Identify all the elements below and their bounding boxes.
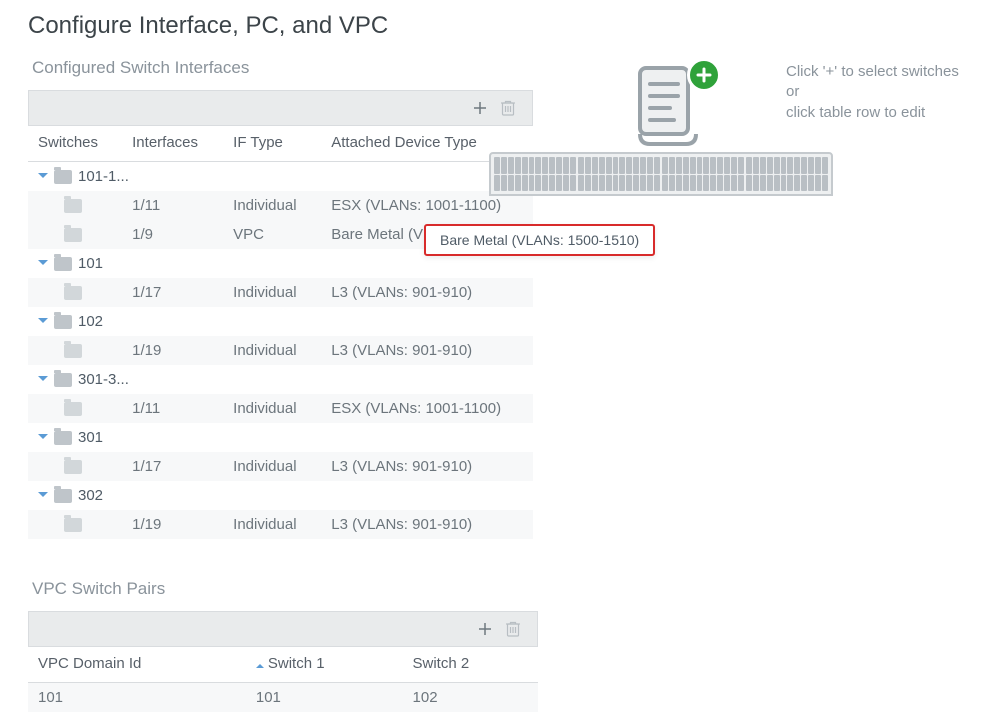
- cell-iftype: Individual: [223, 336, 321, 365]
- folder-icon: [64, 199, 82, 213]
- table-row[interactable]: 302: [28, 481, 533, 510]
- cell-iftype: Individual: [223, 452, 321, 481]
- cell-iftype: Individual: [223, 394, 321, 423]
- cell-switch2: 102: [403, 683, 538, 712]
- chevron-down-icon[interactable]: [38, 172, 48, 182]
- folder-icon: [54, 431, 72, 445]
- cell-iftype: VPC: [223, 220, 321, 249]
- col-switch2[interactable]: Switch 2: [403, 647, 538, 683]
- cell-switch1: 101: [246, 683, 403, 712]
- cell-domain: 101: [28, 683, 246, 712]
- cell-iftype: Individual: [223, 191, 321, 220]
- table-row[interactable]: 301: [28, 423, 533, 452]
- cell-attached: L3 (VLANs: 901-910): [321, 278, 533, 307]
- add-vpc-button[interactable]: [471, 615, 499, 643]
- group-label: 102: [78, 313, 103, 330]
- switch-hardware-icon: [489, 152, 833, 196]
- col-iftype[interactable]: IF Type: [223, 126, 321, 162]
- cell-interfaces: 1/11: [122, 394, 223, 423]
- folder-icon: [64, 286, 82, 300]
- col-switch1-label: Switch 1: [268, 655, 325, 672]
- chevron-down-icon[interactable]: [38, 491, 48, 501]
- hint-line1: Click '+' to select switches or: [786, 63, 959, 100]
- hint-line2: click table row to edit: [786, 104, 925, 121]
- table-row[interactable]: 101 101 102: [28, 683, 538, 712]
- group-label: 301-3...: [78, 371, 129, 388]
- folder-icon: [54, 315, 72, 329]
- trash-icon: [500, 99, 516, 117]
- col-switches[interactable]: Switches: [28, 126, 122, 162]
- folder-icon: [64, 228, 82, 242]
- folder-icon: [64, 402, 82, 416]
- delete-vpc-button[interactable]: [499, 615, 527, 643]
- interfaces-toolbar: [28, 90, 533, 126]
- col-domain[interactable]: VPC Domain Id: [28, 647, 246, 683]
- chevron-down-icon[interactable]: [38, 317, 48, 327]
- group-label: 101-1...: [78, 168, 129, 185]
- folder-icon: [54, 257, 72, 271]
- table-row[interactable]: 301-3...: [28, 365, 533, 394]
- cell-iftype: Individual: [223, 510, 321, 539]
- col-interfaces[interactable]: Interfaces: [122, 126, 223, 162]
- cell-iftype: Individual: [223, 278, 321, 307]
- cell-attached: ESX (VLANs: 1001-1100): [321, 394, 533, 423]
- plus-icon: [476, 620, 494, 638]
- delete-interface-button[interactable]: [494, 94, 522, 122]
- plus-icon: [471, 99, 489, 117]
- table-row[interactable]: 101-1...: [28, 162, 533, 192]
- cell-interfaces: 1/19: [122, 336, 223, 365]
- trash-icon: [505, 620, 521, 638]
- folder-icon: [64, 518, 82, 532]
- cell-interfaces: 1/19: [122, 510, 223, 539]
- group-label: 101: [78, 255, 103, 272]
- cell-interfaces: 1/11: [122, 191, 223, 220]
- vpc-toolbar: [28, 611, 538, 647]
- cell-interfaces: 1/17: [122, 452, 223, 481]
- table-row[interactable]: 1/11IndividualESX (VLANs: 1001-1100): [28, 394, 533, 423]
- folder-icon: [64, 344, 82, 358]
- interfaces-table: Switches Interfaces IF Type Attached Dev…: [28, 126, 533, 539]
- cell-attached: L3 (VLANs: 901-910): [321, 510, 533, 539]
- cell-interfaces: 1/17: [122, 278, 223, 307]
- folder-icon: [64, 460, 82, 474]
- cell-interfaces: 1/9: [122, 220, 223, 249]
- chevron-down-icon[interactable]: [38, 433, 48, 443]
- section-title-vpc: VPC Switch Pairs: [32, 579, 538, 599]
- col-switch1[interactable]: Switch 1: [246, 647, 403, 683]
- cell-attached: L3 (VLANs: 901-910): [321, 336, 533, 365]
- section-title-interfaces: Configured Switch Interfaces: [32, 58, 533, 78]
- table-row[interactable]: 1/17IndividualL3 (VLANs: 901-910): [28, 452, 533, 481]
- hint-text: Click '+' to select switches or click ta…: [786, 62, 971, 123]
- table-row[interactable]: 1/19IndividualL3 (VLANs: 901-910): [28, 510, 533, 539]
- group-label: 301: [78, 429, 103, 446]
- plus-icon: [695, 66, 713, 84]
- group-label: 302: [78, 487, 103, 504]
- page-title: Configure Interface, PC, and VPC: [28, 12, 971, 40]
- table-row[interactable]: 102: [28, 307, 533, 336]
- vpc-table: VPC Domain Id Switch 1 Switch 2 101 101 …: [28, 647, 538, 712]
- folder-icon: [54, 373, 72, 387]
- cell-attached: L3 (VLANs: 901-910): [321, 452, 533, 481]
- attached-device-tooltip: Bare Metal (VLANs: 1500-1510): [424, 224, 655, 256]
- folder-icon: [54, 489, 72, 503]
- add-interface-button[interactable]: [466, 94, 494, 122]
- sort-asc-icon: [256, 660, 264, 668]
- switch-diagram: [557, 62, 772, 196]
- chevron-down-icon[interactable]: [38, 375, 48, 385]
- diagram-plus-badge[interactable]: [687, 58, 721, 92]
- table-row[interactable]: 1/17IndividualL3 (VLANs: 901-910): [28, 278, 533, 307]
- table-row[interactable]: 1/19IndividualL3 (VLANs: 901-910): [28, 336, 533, 365]
- chevron-down-icon[interactable]: [38, 259, 48, 269]
- table-row[interactable]: 1/11IndividualESX (VLANs: 1001-1100): [28, 191, 533, 220]
- folder-icon: [54, 170, 72, 184]
